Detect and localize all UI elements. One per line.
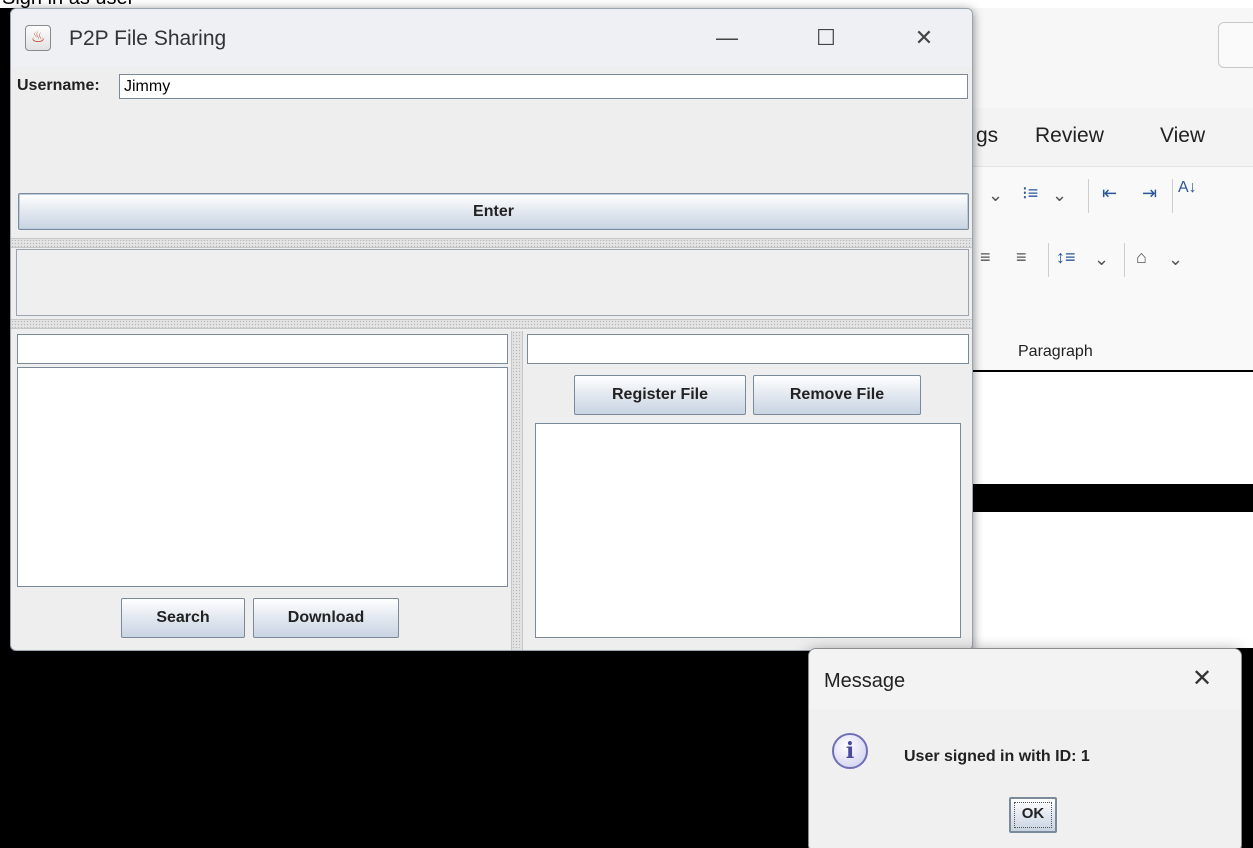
dialog-close-button[interactable]: ✕ — [1179, 659, 1225, 699]
word-tab-partial[interactable]: gs — [976, 124, 998, 148]
increase-indent-icon[interactable]: ⇥ — [1142, 183, 1157, 204]
ribbon-separator — [1172, 179, 1173, 213]
line-spacing-icon[interactable]: ↕≡ — [1056, 247, 1076, 268]
shading-icon[interactable]: ⌂ — [1136, 247, 1147, 268]
java-cup-icon: ♨ — [25, 25, 51, 51]
paragraph-group-label: Paragraph — [1018, 343, 1093, 360]
app-titlebar: ♨ P2P File Sharing — ☐ ✕ — [11, 9, 972, 67]
status-panel — [16, 249, 969, 316]
ribbon-separator — [1124, 243, 1125, 277]
download-button[interactable]: Download — [253, 598, 399, 638]
minimize-icon: — — [716, 25, 738, 50]
sort-icon[interactable]: A↓ — [1178, 179, 1197, 197]
ribbon-separator — [1088, 179, 1089, 213]
dialog-message: User signed in with ID: 1 — [904, 748, 1090, 765]
search-button[interactable]: Search — [121, 598, 245, 638]
word-tab-review[interactable]: Review — [1035, 124, 1104, 148]
bullets-dropdown-icon[interactable]: ⌄ — [988, 185, 1003, 206]
minimize-button[interactable]: — — [704, 19, 750, 57]
caption-strip: Sign in as user — [0, 0, 1253, 8]
username-input[interactable] — [119, 74, 968, 99]
search-query-input[interactable] — [17, 334, 508, 364]
word-title-area — [960, 8, 1253, 108]
file-path-input[interactable] — [527, 334, 969, 364]
message-dialog: Message ✕ i User signed in with ID: 1 OK — [808, 648, 1242, 848]
numbering-dropdown-icon[interactable]: ⌄ — [1052, 185, 1067, 206]
word-ribbon: ⌄ ⁝≡ ⌄ ⇤ ⇥ A↓ ≡ ≡ ↕≡ ⌄ ⌂ ⌄ — [960, 166, 1253, 370]
maximize-button[interactable]: ☐ — [803, 19, 849, 57]
enter-button[interactable]: Enter — [18, 193, 969, 230]
remove-file-button[interactable]: Remove File — [753, 375, 921, 415]
justify-icon[interactable]: ≡ — [980, 247, 991, 268]
horizontal-splitter-bottom[interactable] — [11, 319, 972, 329]
background-word-window: gs Review View ⌄ ⁝≡ ⌄ ⇤ ⇥ A↓ ≡ ≡ ↕≡ ⌄ ⌂ … — [960, 8, 1253, 370]
line-spacing-dropdown-icon[interactable]: ⌄ — [1094, 249, 1109, 270]
word-document-area-lower — [972, 512, 1253, 648]
app-title: P2P File Sharing — [69, 27, 227, 50]
shading-dropdown-icon[interactable]: ⌄ — [1168, 249, 1183, 270]
username-label: Username: — [17, 77, 100, 94]
word-tab-view[interactable]: View — [1160, 124, 1205, 148]
close-button[interactable]: ✕ — [901, 19, 947, 57]
search-results-list[interactable] — [17, 367, 508, 587]
register-file-button[interactable]: Register File — [574, 375, 746, 415]
horizontal-splitter-top[interactable] — [11, 238, 972, 248]
word-document-area — [972, 372, 1253, 484]
ok-button[interactable]: OK — [1009, 797, 1057, 833]
word-search-box[interactable] — [1218, 22, 1253, 68]
decrease-indent-icon[interactable]: ⇤ — [1102, 183, 1117, 204]
dialog-title: Message — [824, 670, 906, 692]
close-icon: ✕ — [1191, 665, 1213, 692]
maximize-icon: ☐ — [816, 25, 836, 50]
numbering-icon[interactable]: ⁝≡ — [1022, 183, 1038, 204]
p2p-app-window: ♨ P2P File Sharing — ☐ ✕ Username: Enter… — [10, 8, 973, 651]
info-icon: i — [832, 733, 868, 769]
caption-text: Sign in as user — [2, 0, 134, 8]
ribbon-separator — [1048, 243, 1049, 277]
close-icon: ✕ — [914, 25, 934, 50]
vertical-splitter[interactable] — [511, 331, 523, 650]
distributed-icon[interactable]: ≡ — [1016, 247, 1027, 268]
shared-files-list[interactable] — [535, 423, 961, 638]
dialog-titlebar: Message ✕ — [809, 649, 1241, 709]
